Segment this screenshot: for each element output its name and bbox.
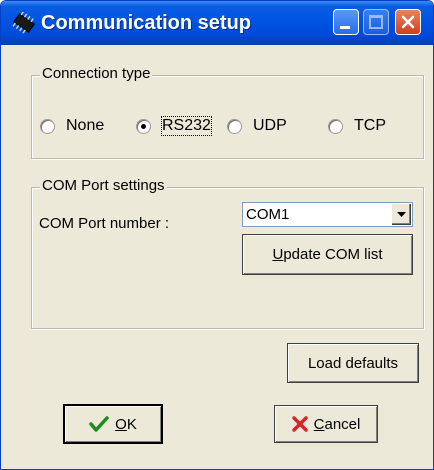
load-defaults-button[interactable]: Load defaults — [287, 343, 419, 383]
cancel-label: Cancel — [313, 415, 361, 433]
communication-setup-dialog: Communication setup Connection type None… — [0, 0, 434, 470]
com-port-number-label: COM Port number : — [39, 215, 170, 232]
com-port-select[interactable]: COM1 — [242, 202, 413, 227]
maximize-button[interactable] — [363, 9, 389, 35]
radio-rs232[interactable]: RS232 — [136, 116, 212, 136]
ok-button[interactable]: OK — [63, 404, 163, 444]
cancel-button[interactable]: Cancel — [274, 405, 378, 443]
red-x-icon — [291, 416, 308, 432]
radio-rs232-label: RS232 — [161, 116, 212, 136]
connection-type-title: Connection type — [40, 65, 153, 82]
com-port-value: COM1 — [246, 206, 290, 223]
radio-tcp-circle — [328, 118, 343, 134]
ok-label: OK — [115, 415, 137, 433]
radio-tcp[interactable]: TCP — [328, 117, 386, 135]
radio-udp-circle — [227, 118, 242, 134]
window-title: Communication setup — [41, 12, 252, 34]
maximize-icon — [369, 15, 383, 29]
radio-none[interactable]: None — [40, 117, 104, 135]
close-icon — [401, 15, 415, 29]
connection-type-group: Connection type None RS232 UDP TCP — [31, 65, 424, 159]
radio-udp-label: UDP — [253, 117, 287, 134]
title-bar[interactable]: Communication setup — [1, 1, 433, 45]
load-defaults-label: Load defaults — [307, 354, 399, 372]
close-button[interactable] — [395, 9, 421, 35]
radio-udp[interactable]: UDP — [227, 117, 287, 135]
chevron-down-icon — [397, 212, 406, 217]
radio-selected-dot — [141, 123, 146, 129]
minimize-icon — [340, 26, 350, 29]
radio-none-circle — [40, 118, 55, 134]
radio-tcp-label: TCP — [354, 117, 386, 134]
radio-rs232-circle — [136, 118, 151, 134]
dropdown-button[interactable] — [391, 204, 411, 225]
com-port-settings-title: COM Port settings — [40, 177, 167, 194]
minimize-button[interactable] — [333, 9, 359, 35]
chip-icon — [11, 11, 35, 34]
check-icon — [89, 416, 109, 432]
update-com-list-label: Update COM list — [272, 246, 383, 263]
update-com-list-button[interactable]: Update COM list — [242, 234, 413, 275]
radio-none-label: None — [66, 117, 105, 134]
